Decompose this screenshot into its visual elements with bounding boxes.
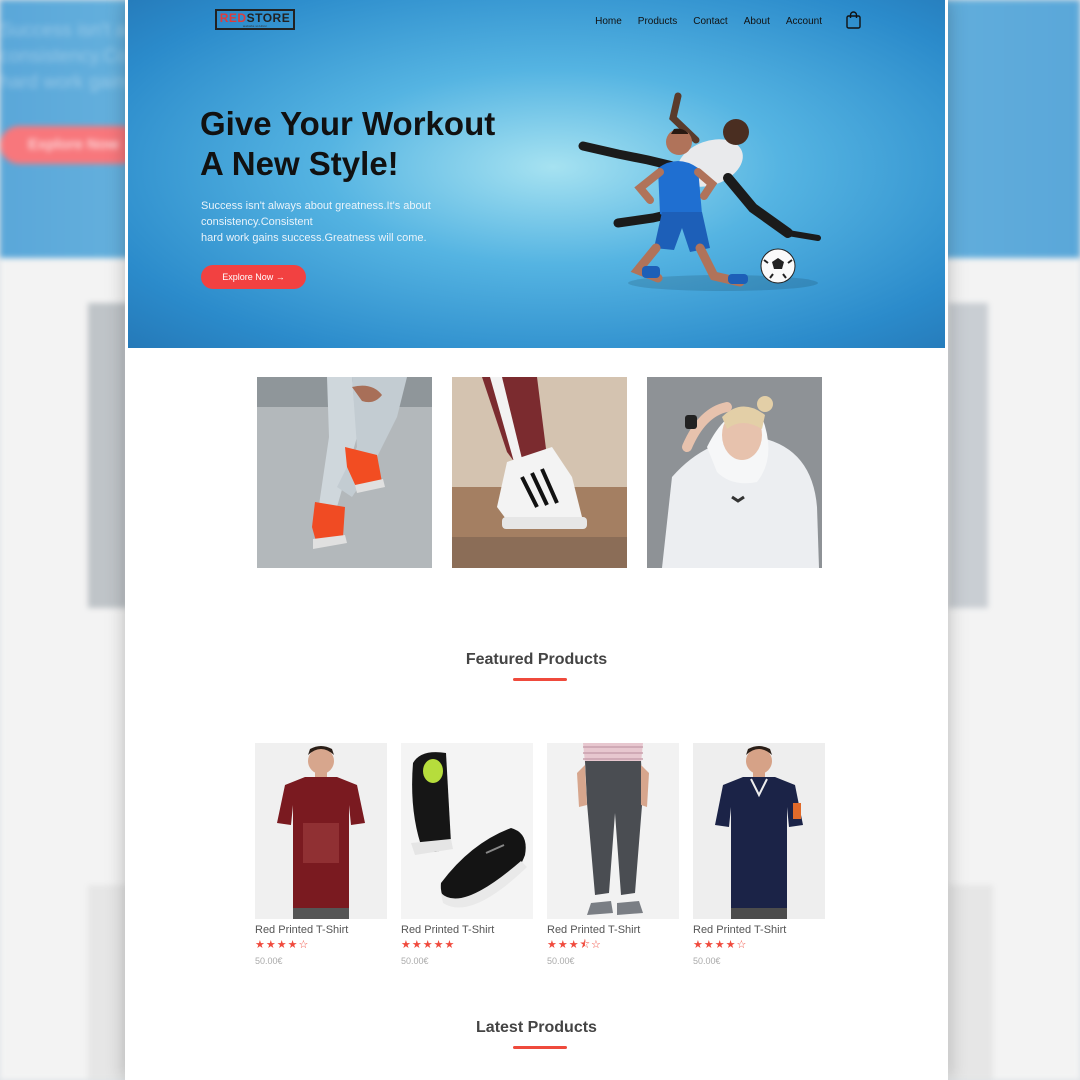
- background-text-line: Success isn't alw: [0, 20, 145, 41]
- product-name[interactable]: Red Printed T-Shirt: [255, 924, 387, 936]
- product-image[interactable]: [693, 743, 825, 919]
- background-button: Explore Now →: [0, 126, 140, 164]
- product-image[interactable]: [401, 743, 533, 919]
- logo-tagline: website solution: [242, 23, 268, 28]
- logo-text-dark: STORE: [246, 10, 291, 25]
- hero-title: Give Your Workout A New Style!: [200, 105, 496, 182]
- product-name[interactable]: Red Printed T-Shirt: [693, 924, 825, 936]
- background-photo: [948, 885, 993, 1080]
- latest-products-title: Latest Products: [476, 1019, 597, 1036]
- product-photo-grey-joggers: [547, 743, 679, 919]
- background-photo: [88, 885, 128, 1080]
- featured-products-title: Featured Products: [465, 651, 608, 668]
- category-photo-track-pants-sneaker: [452, 377, 627, 568]
- star-rating: ★★★★★: [401, 938, 456, 951]
- star-rating: ★★★★☆: [255, 938, 310, 951]
- category-image-hoodie[interactable]: [647, 377, 822, 568]
- product-card[interactable]: Red Printed T-Shirt ★★★★☆ 50.00€: [693, 743, 825, 966]
- nav-about[interactable]: About: [744, 16, 770, 27]
- hero-section: REDSTORE website solution Home Products …: [128, 0, 945, 348]
- nav-account[interactable]: Account: [786, 16, 822, 27]
- nav-home[interactable]: Home: [595, 16, 622, 27]
- category-photo-ripped-jeans: [257, 377, 432, 568]
- nav-products[interactable]: Products: [638, 16, 677, 27]
- product-image[interactable]: [547, 743, 679, 919]
- product-photo-black-sneakers: [401, 743, 533, 919]
- featured-title-underline: [513, 678, 567, 681]
- hero-soccer-players-image: [578, 92, 821, 291]
- product-card[interactable]: Red Printed T-Shirt ★★★★☆ 50.00€: [255, 743, 387, 966]
- product-image[interactable]: [255, 743, 387, 919]
- category-image-trackpants[interactable]: [452, 377, 627, 568]
- product-name[interactable]: Red Printed T-Shirt: [401, 924, 533, 936]
- product-photo-navy-polo: [693, 743, 825, 919]
- product-price: 50.00€: [547, 956, 575, 966]
- product-photo-red-tshirt: [255, 743, 387, 919]
- latest-title-underline: [513, 1046, 567, 1049]
- product-price: 50.00€: [693, 956, 721, 966]
- background-photo: [88, 303, 128, 608]
- category-image-sneakers[interactable]: [257, 377, 432, 568]
- background-text-line: hard work gains: [0, 72, 135, 93]
- nav-contact[interactable]: Contact: [693, 16, 727, 27]
- shopping-bag-icon[interactable]: [846, 11, 861, 29]
- background-photo: [948, 303, 988, 608]
- hero-description: Success isn't always about greatness.It'…: [201, 200, 431, 244]
- category-photo-woman-hoodie: [647, 377, 822, 568]
- product-price: 50.00€: [255, 956, 283, 966]
- star-rating: ★★★★☆: [693, 938, 748, 951]
- product-price: 50.00€: [401, 956, 429, 966]
- brand-logo[interactable]: REDSTORE website solution: [215, 9, 295, 30]
- product-card[interactable]: Red Printed T-Shirt ★★★⯪☆ 50.00€: [547, 743, 679, 966]
- logo-text-red: RED: [219, 10, 247, 25]
- store-page: REDSTORE website solution Home Products …: [125, 0, 948, 1080]
- star-rating: ★★★⯪☆: [547, 938, 602, 951]
- main-nav: Home Products Contact About Account: [595, 16, 822, 27]
- background-text-line: consistency.Con: [0, 46, 138, 67]
- product-name[interactable]: Red Printed T-Shirt: [547, 924, 679, 936]
- explore-now-button[interactable]: Explore Now →: [201, 265, 306, 289]
- product-card[interactable]: Red Printed T-Shirt ★★★★★ 50.00€: [401, 743, 533, 966]
